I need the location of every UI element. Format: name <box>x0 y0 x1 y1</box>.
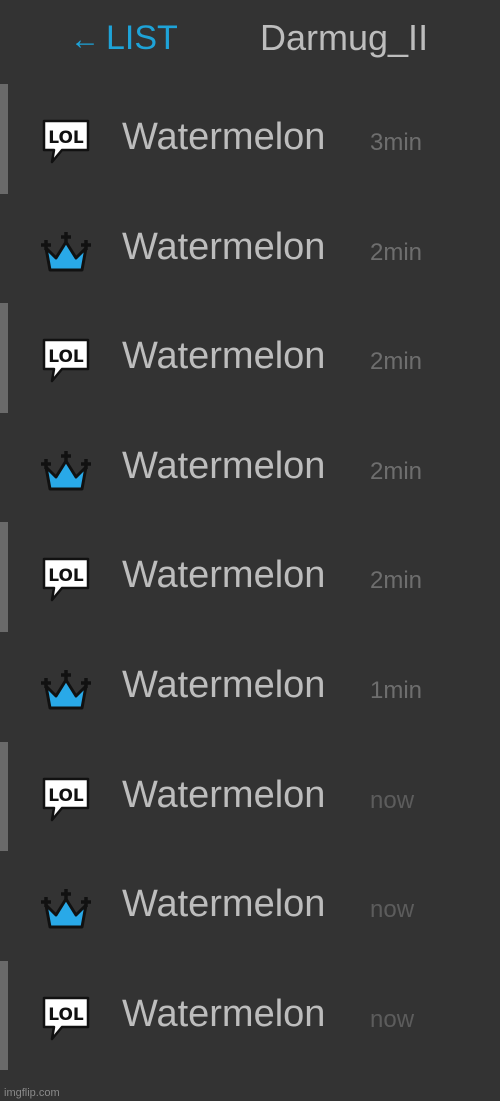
item-name: Watermelon <box>122 883 326 926</box>
list-item[interactable]: Watermelon 2min <box>0 194 500 304</box>
item-name: Watermelon <box>122 773 326 816</box>
list-item[interactable]: LOL Watermelon 3min <box>0 84 500 194</box>
crown-icon <box>40 885 92 933</box>
crown-icon <box>40 447 92 495</box>
list-item[interactable]: LOL Watermelon now <box>0 741 500 852</box>
item-timestamp: 2min <box>370 567 423 595</box>
item-timestamp: now <box>370 786 415 814</box>
item-timestamp: 2min <box>370 238 423 266</box>
row-marker <box>0 303 8 413</box>
item-timestamp: 3min <box>370 129 423 156</box>
list-item[interactable]: LOL Watermelon 2min <box>0 303 500 413</box>
header: ← LIST Darmug_II <box>0 0 500 80</box>
item-name: Watermelon <box>122 554 326 597</box>
svg-text:LOL: LOL <box>48 566 84 586</box>
lol-speech-bubble-icon: LOL <box>40 118 92 166</box>
row-marker <box>0 522 8 632</box>
lol-speech-bubble-icon: LOL <box>40 337 92 385</box>
item-name: Watermelon <box>122 225 326 268</box>
svg-text:LOL: LOL <box>48 1005 84 1025</box>
item-name: Watermelon <box>122 992 326 1035</box>
svg-text:LOL: LOL <box>48 347 84 367</box>
watermark: imgflip.com <box>4 1087 60 1099</box>
notification-list: LOL Watermelon 3min Watermelon 2min LOL Wa… <box>0 84 500 1071</box>
item-timestamp: 2min <box>370 348 423 376</box>
item-name: Watermelon <box>122 335 326 378</box>
lol-speech-bubble-icon: LOL <box>40 995 92 1043</box>
crown-icon <box>40 666 92 714</box>
item-timestamp: now <box>370 1005 415 1033</box>
item-timestamp: now <box>370 896 415 924</box>
svg-text:LOL: LOL <box>48 786 84 806</box>
svg-text:LOL: LOL <box>48 128 84 148</box>
crown-icon <box>40 228 92 276</box>
back-link-label: LIST <box>106 19 178 57</box>
row-marker <box>0 741 8 852</box>
item-timestamp: 2min <box>370 457 423 485</box>
lol-speech-bubble-icon: LOL <box>40 556 92 604</box>
back-to-list-link[interactable]: ← LIST <box>70 16 178 62</box>
lol-speech-bubble-icon: LOL <box>40 776 92 824</box>
row-marker <box>0 84 8 194</box>
list-item[interactable]: LOL Watermelon now <box>0 960 500 1071</box>
list-item[interactable]: Watermelon 2min <box>0 413 500 523</box>
item-timestamp: 1min <box>370 676 423 704</box>
item-name: Watermelon <box>122 116 326 158</box>
list-item[interactable]: Watermelon now <box>0 851 500 961</box>
item-name: Watermelon <box>122 663 326 706</box>
page-title: Darmug_II <box>260 17 429 58</box>
list-item[interactable]: LOL Watermelon 2min <box>0 522 500 632</box>
list-item[interactable]: Watermelon 1min <box>0 632 500 742</box>
row-marker <box>0 960 8 1071</box>
back-arrow-icon: ← <box>70 23 100 56</box>
item-name: Watermelon <box>122 444 326 487</box>
